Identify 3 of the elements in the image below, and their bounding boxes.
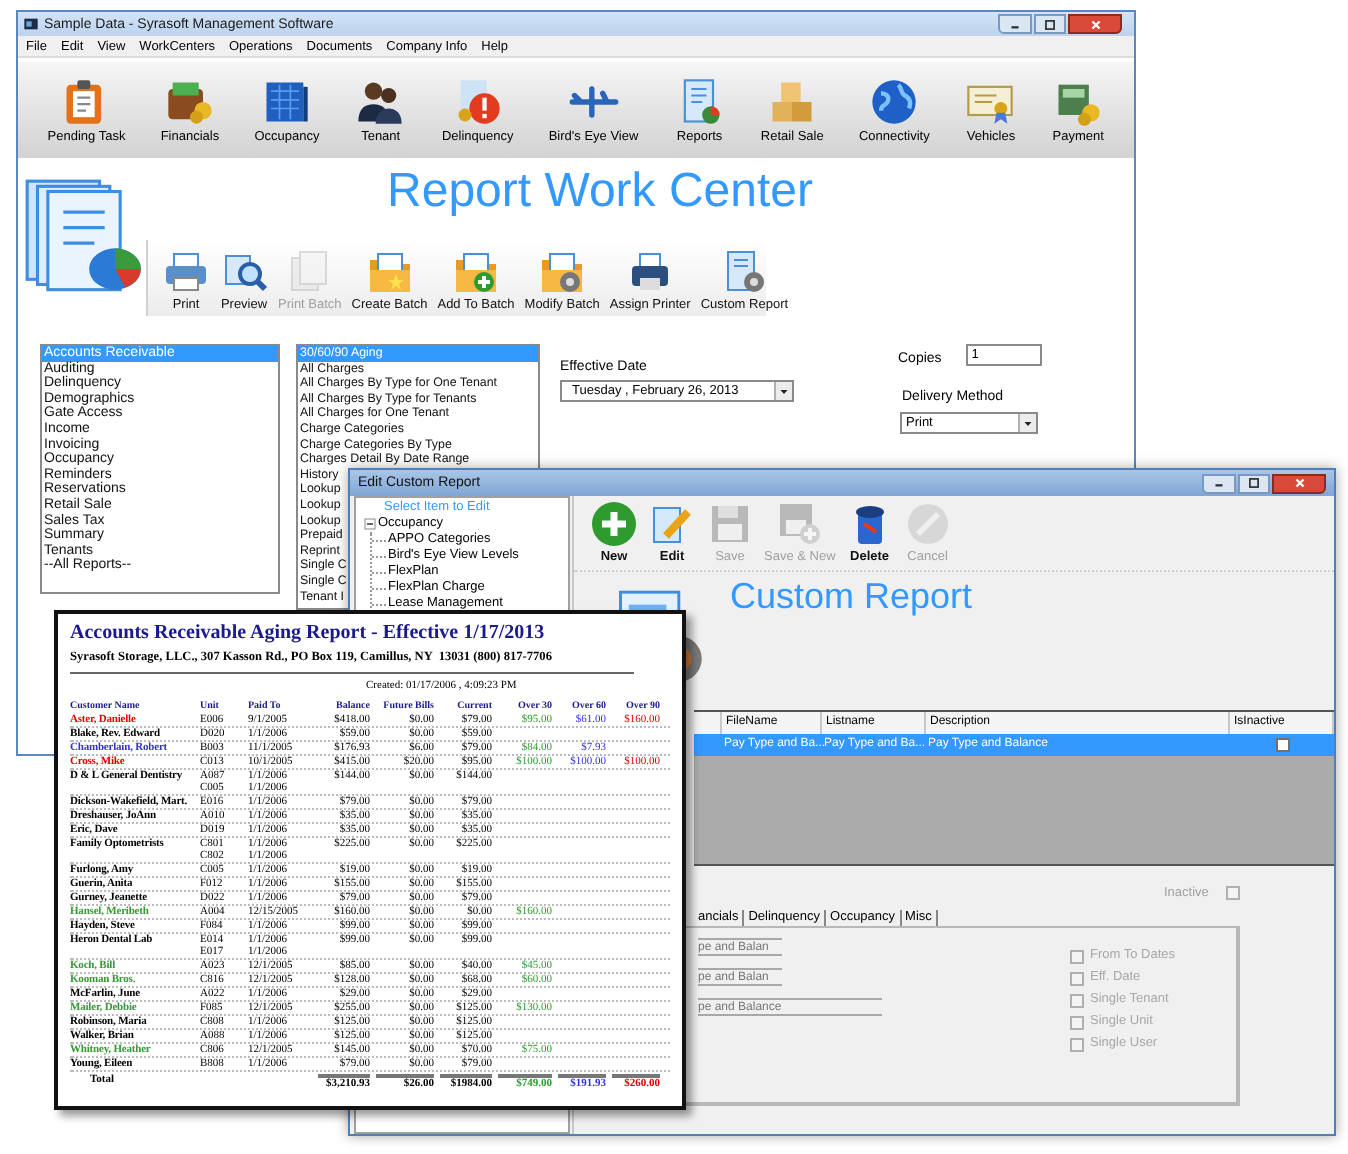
report-title: Accounts Receivable Aging Report - Effective 1/17/2013 xyxy=(70,620,545,646)
section-heading: Custom Report xyxy=(730,576,973,616)
page-heading: Report Work Center xyxy=(387,164,813,220)
